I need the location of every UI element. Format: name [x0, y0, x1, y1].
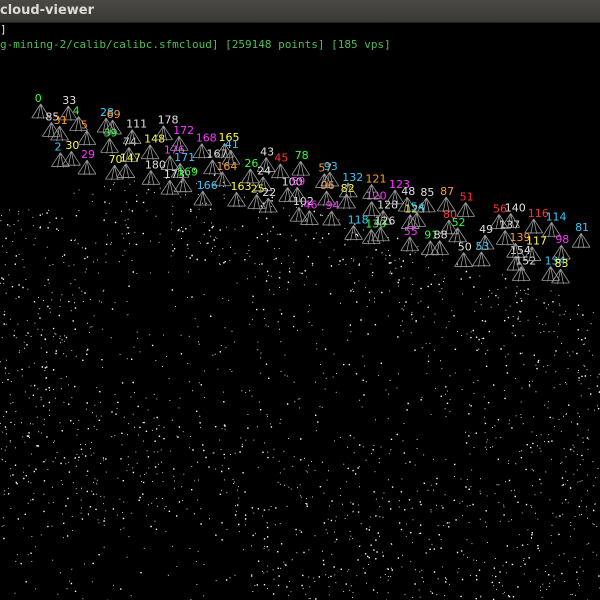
- camera-frustum-icon: [100, 138, 119, 154]
- camera-viewpoint[interactable]: 94: [322, 199, 341, 227]
- camera-viewpoint[interactable]: 51: [456, 190, 475, 218]
- viewpoint-label: 0: [35, 92, 42, 105]
- viewpoint-label: 88: [434, 229, 448, 242]
- viewpoint-label: 126: [374, 215, 395, 228]
- window-titlebar[interactable]: cloud-viewer: [0, 0, 600, 23]
- camera-frustum-icon: [337, 193, 356, 210]
- camera-viewpoint[interactable]: 22: [258, 186, 278, 214]
- toolbar-text: ]: [0, 23, 7, 36]
- viewpoint-label: 83: [555, 257, 569, 270]
- viewpoint-label: 140: [505, 201, 526, 214]
- viewpoint-label: 81: [575, 221, 589, 234]
- viewpoint-label: 52: [452, 216, 466, 229]
- viewpoint-label: 29: [81, 148, 95, 161]
- point-cloud-viewport[interactable]: 0 85 2 33 31 30 4 5 29 28 39 70 69 74 147 111 148 180 178 1…: [0, 56, 600, 600]
- viewpoint-label: 168: [196, 132, 217, 145]
- viewpoint-label: 78: [295, 149, 309, 162]
- viewpoint-label: 93: [324, 160, 338, 173]
- camera-frustum-icon: [511, 266, 531, 282]
- viewpoint-label: 171: [174, 151, 195, 164]
- camera-frustum-icon: [420, 240, 440, 256]
- viewpoint-label: 30: [65, 139, 79, 152]
- camera-viewpoint[interactable]: 29: [77, 148, 97, 176]
- camera-frustum-icon: [472, 251, 491, 267]
- point-cloud-canvas[interactable]: 0852333130452928397069741471111481801781…: [0, 56, 600, 600]
- viewpoint-label: 121: [366, 172, 387, 185]
- viewpoint-label: 169: [177, 166, 198, 179]
- viewpoint-label: 49: [479, 223, 493, 236]
- viewpoint-label: 5: [81, 119, 88, 132]
- viewpoint-label: 51: [460, 190, 474, 203]
- camera-viewpoint[interactable]: 55: [400, 225, 420, 252]
- viewpoint-label: 4: [73, 104, 80, 117]
- viewpoint-label: 53: [475, 240, 489, 253]
- camera-viewpoints: 0852333130452928397069741471111481801781…: [31, 92, 591, 285]
- viewpoint-label: 132: [342, 171, 363, 184]
- viewpoint-label: 59: [291, 175, 305, 188]
- viewpoint-label: 50: [458, 240, 472, 253]
- status-line: g-mining-2/calib/calibc.sfmcloud] [25914…: [0, 38, 391, 54]
- status-points: [259148 points]: [225, 38, 325, 51]
- viewpoint-label: 128: [377, 198, 398, 211]
- camera-frustum-icon: [77, 159, 97, 176]
- viewpoint-label: 94: [326, 199, 340, 212]
- viewpoint-label: 43: [260, 145, 274, 158]
- viewpoint-label: 31: [54, 114, 68, 127]
- viewpoint-label: 164: [216, 160, 237, 173]
- viewpoint-label: 172: [173, 124, 194, 137]
- viewpoint-label: 114: [546, 210, 567, 223]
- viewpoint-label: 147: [120, 152, 141, 165]
- camera-frustum-icon: [322, 210, 341, 227]
- camera-viewpoint[interactable]: 166: [193, 179, 218, 207]
- camera-viewpoint[interactable]: 180: [141, 158, 166, 186]
- viewpoint-label: 24: [257, 165, 271, 178]
- viewpoint-label: 22: [262, 186, 276, 199]
- viewpoint-label: 48: [401, 185, 415, 198]
- camera-viewpoint[interactable]: 53: [472, 240, 491, 267]
- camera-viewpoint[interactable]: 163: [227, 180, 251, 208]
- viewpoint-label: 45: [274, 152, 288, 165]
- camera-frustum-icon: [344, 225, 363, 241]
- camera-frustum-icon: [300, 210, 319, 226]
- status-path: g-mining-2/calib/calibc.sfmcloud]: [0, 38, 219, 51]
- camera-frustum-icon: [141, 170, 161, 186]
- camera-viewpoint[interactable]: 39: [100, 126, 119, 154]
- viewpoint-label: 163: [230, 180, 251, 193]
- viewpoint-label: 69: [107, 108, 121, 121]
- camera-viewpoint[interactable]: 30: [62, 139, 81, 167]
- camera-frustum-icon: [430, 240, 449, 256]
- viewpoint-label: 41: [225, 138, 239, 151]
- camera-frustum-icon: [193, 190, 213, 207]
- camera-viewpoint[interactable]: 78: [291, 149, 311, 177]
- viewpoint-label: 111: [126, 118, 147, 131]
- camera-viewpoint[interactable]: 31: [50, 114, 69, 142]
- viewpoint-label: 46: [303, 198, 317, 211]
- camera-frustum-icon: [571, 232, 591, 249]
- camera-frustum-icon: [227, 191, 246, 208]
- camera-frustum-icon: [77, 130, 97, 146]
- camera-frustum-icon: [400, 236, 420, 252]
- camera-frustum-icon: [62, 150, 81, 167]
- status-vps: [185 vps]: [331, 38, 391, 51]
- camera-viewpoint[interactable]: 88: [430, 229, 449, 256]
- viewpoint-label: 2: [54, 141, 61, 154]
- viewpoint-label: 85: [420, 186, 434, 199]
- viewpoint-label: 98: [555, 233, 569, 246]
- camera-frustum-icon: [291, 160, 311, 177]
- viewpoint-label: 87: [440, 185, 454, 198]
- camera-viewpoint[interactable]: 81: [571, 221, 591, 249]
- window-title: cloud-viewer: [0, 3, 95, 18]
- camera-viewpoint[interactable]: 5: [77, 119, 97, 146]
